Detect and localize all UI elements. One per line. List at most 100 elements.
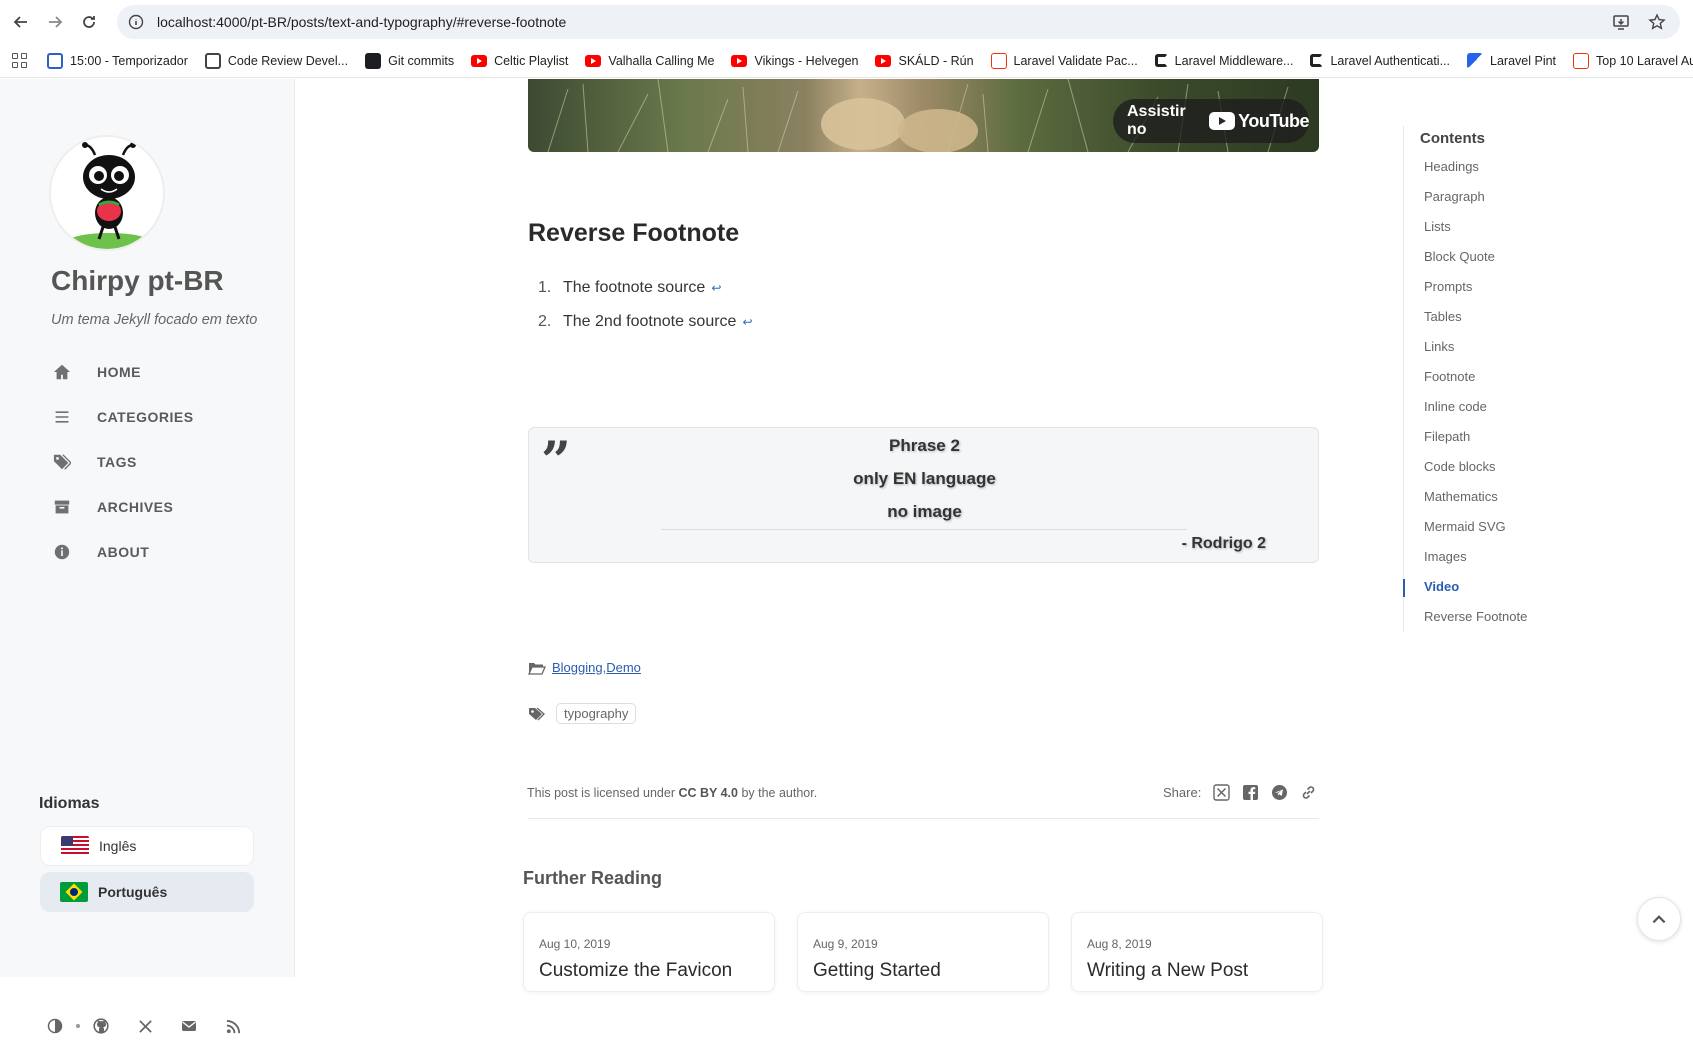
- bookmark-vikings[interactable]: Vikings - Helvegen: [731, 54, 858, 68]
- toc-item[interactable]: Code blocks: [1404, 452, 1613, 482]
- sidebar-item-label: CATEGORIES: [97, 408, 194, 425]
- c-logo-icon: [1154, 54, 1168, 67]
- toc-item[interactable]: Lists: [1404, 212, 1613, 242]
- bookmark-star-icon[interactable]: [1648, 13, 1666, 31]
- github-link[interactable]: [86, 1011, 116, 1041]
- avatar[interactable]: [49, 135, 165, 251]
- sidebar-item-label: ABOUT: [97, 543, 150, 560]
- rss-link[interactable]: [218, 1011, 248, 1041]
- theme-toggle-button[interactable]: [40, 1011, 70, 1041]
- bookmark-code-review[interactable]: Code Review Devel...: [204, 52, 349, 69]
- footnote-text: The 2nd footnote source: [563, 313, 737, 330]
- footnote-backlink[interactable]: ↩: [711, 281, 721, 295]
- site-info-icon[interactable]: [128, 14, 144, 30]
- toc-item[interactable]: Tables: [1404, 302, 1613, 332]
- bookmark-laravel-validate[interactable]: Laravel Validate Pac...: [990, 52, 1138, 69]
- bookmark-valhalla[interactable]: Valhalla Calling Me: [585, 54, 714, 68]
- separator-dot: [76, 1024, 80, 1028]
- bookmark-label: 15:00 - Temporizador: [70, 53, 188, 68]
- quote-card: ” Phrase 2 only EN language no image - R…: [528, 427, 1319, 563]
- bookmark-label: Vikings - Helvegen: [754, 53, 859, 68]
- sidebar-nav: HOME CATEGORIES TAGS ARCHIVES ABOUT: [52, 349, 194, 574]
- reload-button[interactable]: [76, 9, 102, 35]
- bookmark-laravel-audit[interactable]: Top 10 Laravel Audi...: [1573, 52, 1693, 69]
- toc-item[interactable]: Mathematics: [1404, 482, 1613, 512]
- bookmark-laravel-pint[interactable]: Laravel Pint: [1467, 52, 1557, 69]
- bookmark-skald[interactable]: SKÁLD - Rún: [875, 54, 974, 68]
- url-text[interactable]: localhost:4000/pt-BR/posts/text-and-typo…: [157, 14, 566, 30]
- bookmark-label: Laravel Middleware...: [1174, 53, 1294, 68]
- related-post-card[interactable]: Aug 10, 2019 Customize the Favicon: [523, 912, 775, 992]
- related-post-card[interactable]: Aug 8, 2019 Writing a New Post: [1071, 912, 1323, 992]
- apps-grid-icon[interactable]: [12, 52, 27, 69]
- toc-item[interactable]: Reverse Footnote: [1404, 602, 1613, 632]
- sidebar-item-categories[interactable]: CATEGORIES: [52, 394, 194, 439]
- archive-icon: [52, 497, 72, 517]
- toc-item[interactable]: Headings: [1404, 152, 1613, 182]
- address-bar[interactable]: localhost:4000/pt-BR/posts/text-and-typo…: [117, 5, 1680, 39]
- back-button[interactable]: [8, 9, 34, 35]
- back-to-top-button[interactable]: [1637, 897, 1681, 941]
- language-english[interactable]: Inglês: [40, 826, 254, 866]
- toc-item[interactable]: Block Quote: [1404, 242, 1613, 272]
- forward-button[interactable]: [42, 9, 68, 35]
- quote-line: Phrase 2: [889, 436, 960, 455]
- sidebar-item-home[interactable]: HOME: [52, 349, 194, 394]
- sidebar-item-about[interactable]: ABOUT: [52, 529, 194, 574]
- watch-on-youtube-button[interactable]: Assistir no YouTube: [1113, 99, 1309, 143]
- toc-item[interactable]: Filepath: [1404, 422, 1613, 452]
- post-divider: [528, 818, 1319, 819]
- youtube-icon: [471, 54, 488, 67]
- x-twitter-icon: [138, 1019, 152, 1033]
- toc-item[interactable]: Paragraph: [1404, 182, 1613, 212]
- category-link-demo[interactable]: Demo: [606, 660, 641, 675]
- toc-item[interactable]: Inline code: [1404, 392, 1613, 422]
- related-post-card[interactable]: Aug 9, 2019 Getting Started: [797, 912, 1049, 992]
- facebook-icon[interactable]: [1242, 784, 1259, 801]
- twitter-link[interactable]: [130, 1011, 160, 1041]
- toc-item[interactable]: Images: [1404, 542, 1613, 572]
- footnote-backlink[interactable]: ↩: [742, 315, 752, 329]
- telegram-icon[interactable]: [1271, 784, 1288, 801]
- category-link-blogging[interactable]: Blogging: [552, 660, 603, 675]
- further-reading-heading: Further Reading: [523, 868, 663, 888]
- sidebar: Chirpy pt-BR Um tema Jekyll focado em te…: [0, 79, 295, 1041]
- rss-icon: [226, 1019, 240, 1033]
- x-twitter-icon[interactable]: [1213, 784, 1231, 801]
- toc-item[interactable]: Mermaid SVG: [1404, 512, 1613, 542]
- bookmark-label: Laravel Pint: [1490, 53, 1557, 68]
- bookmark-laravel-middleware[interactable]: Laravel Middleware...: [1154, 53, 1294, 68]
- section-heading: Reverse Footnote: [528, 219, 740, 247]
- bookmark-timer[interactable]: 15:00 - Temporizador: [47, 52, 188, 69]
- footnote-item: 2. The 2nd footnote source ↩: [538, 305, 753, 339]
- watch-label: Assistir no: [1127, 103, 1186, 138]
- chevron-up-icon: [1652, 915, 1666, 924]
- license-link[interactable]: CC BY 4.0: [678, 786, 738, 800]
- arrow-left-icon: [13, 16, 27, 28]
- toc-item[interactable]: Links: [1404, 332, 1613, 362]
- toc-item[interactable]: Video: [1403, 572, 1613, 602]
- bookmark-laravel-auth[interactable]: Laravel Authenticati...: [1310, 54, 1450, 68]
- card-date: Aug 8, 2019: [1087, 937, 1152, 951]
- language-portuguese[interactable]: Português: [40, 872, 254, 912]
- info-icon: [52, 542, 72, 562]
- link-icon[interactable]: [1300, 784, 1317, 801]
- toc-item[interactable]: Footnote: [1404, 362, 1613, 392]
- globe-icon: [204, 52, 221, 69]
- bookmark-label: Laravel Validate Pac...: [1013, 53, 1138, 68]
- toc-item[interactable]: Prompts: [1404, 272, 1613, 302]
- tag-chip-typography[interactable]: typography: [556, 703, 637, 724]
- sidebar-item-label: ARCHIVES: [97, 498, 174, 515]
- bookmark-label: Code Review Devel...: [227, 53, 349, 68]
- install-app-icon[interactable]: [1612, 13, 1630, 31]
- site-title[interactable]: Chirpy pt-BR: [51, 265, 224, 297]
- email-link[interactable]: [174, 1011, 204, 1041]
- video-embed[interactable]: Assistir no YouTube: [528, 79, 1319, 152]
- sidebar-item-archives[interactable]: ARCHIVES: [52, 484, 194, 529]
- card-date: Aug 10, 2019: [539, 937, 611, 951]
- bookmark-celtic[interactable]: Celtic Playlist: [471, 54, 568, 68]
- sidebar-item-tags[interactable]: TAGS: [52, 439, 194, 484]
- card-date: Aug 9, 2019: [813, 937, 878, 951]
- youtube-logo: YouTube: [1209, 111, 1309, 132]
- bookmark-git-commits[interactable]: Git commits: [365, 52, 454, 69]
